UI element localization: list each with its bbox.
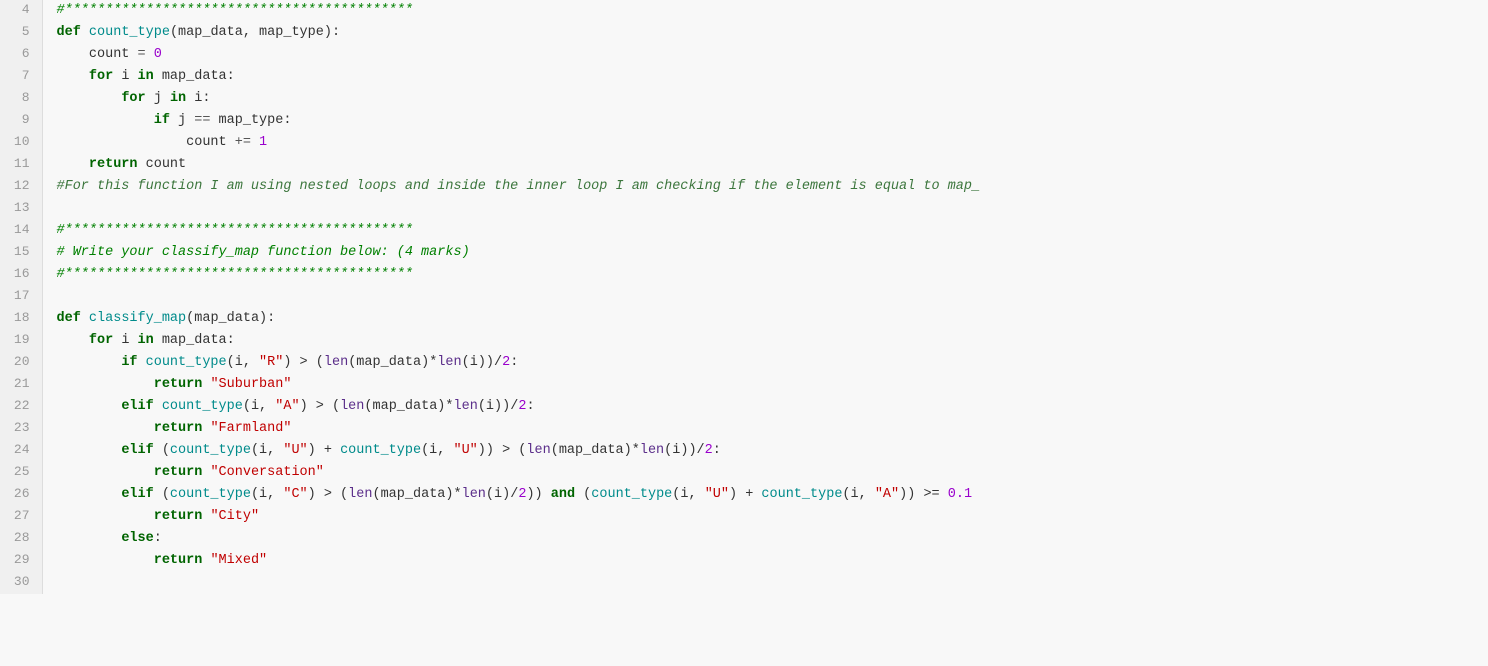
table-row: 12#For this function I am using nested l… xyxy=(0,176,1488,198)
line-number: 21 xyxy=(0,374,42,396)
line-number: 24 xyxy=(0,440,42,462)
line-number: 10 xyxy=(0,132,42,154)
line-content: else: xyxy=(42,528,1488,550)
line-content: def classify_map(map_data): xyxy=(42,308,1488,330)
line-content: return "Suburban" xyxy=(42,374,1488,396)
table-row: 18def classify_map(map_data): xyxy=(0,308,1488,330)
line-number: 19 xyxy=(0,330,42,352)
line-number: 17 xyxy=(0,286,42,308)
line-content: return "City" xyxy=(42,506,1488,528)
table-row: 27 return "City" xyxy=(0,506,1488,528)
line-content: #***************************************… xyxy=(42,0,1488,22)
line-content: if count_type(i, "R") > (len(map_data)*l… xyxy=(42,352,1488,374)
line-number: 26 xyxy=(0,484,42,506)
line-content: return count xyxy=(42,154,1488,176)
line-content: elif (count_type(i, "U") + count_type(i,… xyxy=(42,440,1488,462)
table-row: 20 if count_type(i, "R") > (len(map_data… xyxy=(0,352,1488,374)
line-content: elif count_type(i, "A") > (len(map_data)… xyxy=(42,396,1488,418)
code-editor: 4#**************************************… xyxy=(0,0,1488,666)
line-number: 15 xyxy=(0,242,42,264)
line-number: 4 xyxy=(0,0,42,22)
line-content: elif (count_type(i, "C") > (len(map_data… xyxy=(42,484,1488,506)
table-row: 5def count_type(map_data, map_type): xyxy=(0,22,1488,44)
line-content: return "Conversation" xyxy=(42,462,1488,484)
line-number: 30 xyxy=(0,572,42,594)
line-content: for i in map_data: xyxy=(42,330,1488,352)
table-row: 28 else: xyxy=(0,528,1488,550)
line-content: return "Farmland" xyxy=(42,418,1488,440)
line-number: 13 xyxy=(0,198,42,220)
line-number: 25 xyxy=(0,462,42,484)
table-row: 22 elif count_type(i, "A") > (len(map_da… xyxy=(0,396,1488,418)
line-number: 23 xyxy=(0,418,42,440)
line-content xyxy=(42,572,1488,594)
line-number: 27 xyxy=(0,506,42,528)
line-content: count += 1 xyxy=(42,132,1488,154)
table-row: 30 xyxy=(0,572,1488,594)
table-row: 23 return "Farmland" xyxy=(0,418,1488,440)
table-row: 29 return "Mixed" xyxy=(0,550,1488,572)
line-content: #***************************************… xyxy=(42,220,1488,242)
table-row: 24 elif (count_type(i, "U") + count_type… xyxy=(0,440,1488,462)
line-content: #For this function I am using nested loo… xyxy=(42,176,1488,198)
line-number: 11 xyxy=(0,154,42,176)
line-number: 5 xyxy=(0,22,42,44)
line-number: 7 xyxy=(0,66,42,88)
line-number: 20 xyxy=(0,352,42,374)
table-row: 10 count += 1 xyxy=(0,132,1488,154)
line-number: 16 xyxy=(0,264,42,286)
line-content: for j in i: xyxy=(42,88,1488,110)
table-row: 25 return "Conversation" xyxy=(0,462,1488,484)
table-row: 6 count = 0 xyxy=(0,44,1488,66)
line-content: # Write your classify_map function below… xyxy=(42,242,1488,264)
line-content: return "Mixed" xyxy=(42,550,1488,572)
line-content: if j == map_type: xyxy=(42,110,1488,132)
table-row: 8 for j in i: xyxy=(0,88,1488,110)
code-table: 4#**************************************… xyxy=(0,0,1488,594)
table-row: 26 elif (count_type(i, "C") > (len(map_d… xyxy=(0,484,1488,506)
table-row: 14#*************************************… xyxy=(0,220,1488,242)
line-content xyxy=(42,286,1488,308)
table-row: 7 for i in map_data: xyxy=(0,66,1488,88)
line-content: for i in map_data: xyxy=(42,66,1488,88)
table-row: 13 xyxy=(0,198,1488,220)
table-row: 17 xyxy=(0,286,1488,308)
line-number: 14 xyxy=(0,220,42,242)
line-number: 6 xyxy=(0,44,42,66)
line-content: count = 0 xyxy=(42,44,1488,66)
line-number: 28 xyxy=(0,528,42,550)
table-row: 21 return "Suburban" xyxy=(0,374,1488,396)
line-content: def count_type(map_data, map_type): xyxy=(42,22,1488,44)
line-number: 18 xyxy=(0,308,42,330)
line-content xyxy=(42,198,1488,220)
table-row: 16#*************************************… xyxy=(0,264,1488,286)
line-number: 12 xyxy=(0,176,42,198)
line-number: 22 xyxy=(0,396,42,418)
line-number: 9 xyxy=(0,110,42,132)
table-row: 11 return count xyxy=(0,154,1488,176)
table-row: 4#**************************************… xyxy=(0,0,1488,22)
line-number: 29 xyxy=(0,550,42,572)
line-number: 8 xyxy=(0,88,42,110)
table-row: 15# Write your classify_map function bel… xyxy=(0,242,1488,264)
table-row: 19 for i in map_data: xyxy=(0,330,1488,352)
line-content: #***************************************… xyxy=(42,264,1488,286)
table-row: 9 if j == map_type: xyxy=(0,110,1488,132)
